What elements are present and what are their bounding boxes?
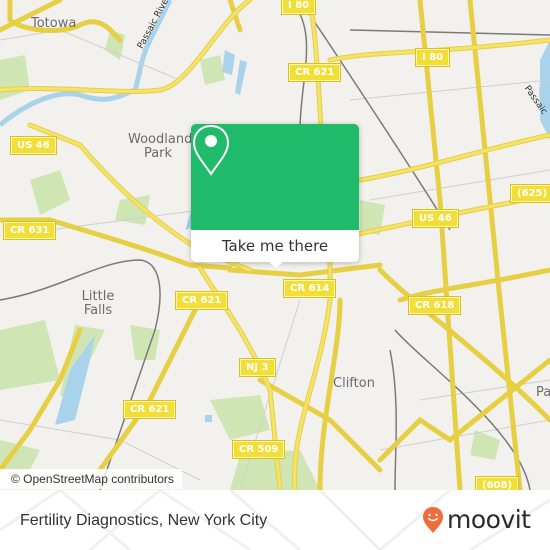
footer: Fertility Diagnostics, New York City moo…: [0, 490, 550, 550]
place-label: Pa: [536, 385, 550, 400]
road-shield: NJ 3: [239, 358, 276, 377]
road-shield: CR 621: [174, 291, 229, 310]
place-label: Clifton: [333, 376, 375, 391]
place-label: Woodland Park: [128, 132, 193, 161]
moovit-logo[interactable]: moovit: [422, 506, 531, 534]
moovit-wordmark: moovit: [447, 505, 531, 534]
location-pin-icon: [192, 124, 230, 176]
road-shield: CR 509: [231, 440, 286, 459]
popup-header: [191, 124, 359, 230]
moovit-pin-icon: [423, 507, 443, 533]
road-shield: (608): [474, 476, 520, 490]
popup-pointer: [267, 260, 285, 268]
map-attribution[interactable]: © OpenStreetMap contributors: [0, 469, 182, 489]
road-shield: CR 621: [122, 400, 177, 419]
road-shield: US 46: [10, 136, 57, 155]
road-shield: CR 618: [407, 296, 462, 315]
map-view[interactable]: Totowa Woodland Park Little Falls Clifto…: [0, 0, 550, 490]
road-shield: I 80: [414, 48, 451, 67]
road-shield: CR 621: [287, 63, 342, 82]
road-shield: (625): [509, 184, 550, 203]
place-label: Totowa: [31, 16, 77, 31]
place-title: Fertility Diagnostics, New York City: [20, 512, 268, 529]
road-shield: CR 631: [2, 221, 57, 240]
road-shield: I 80: [280, 0, 317, 15]
rivers: [0, 0, 550, 131]
place-label: Little Falls: [81, 289, 115, 318]
road-shield: CR 614: [282, 279, 337, 298]
location-popup: Take me there: [191, 124, 359, 268]
take-me-there-button[interactable]: Take me there: [191, 230, 359, 262]
road-shield: US 46: [412, 209, 459, 228]
